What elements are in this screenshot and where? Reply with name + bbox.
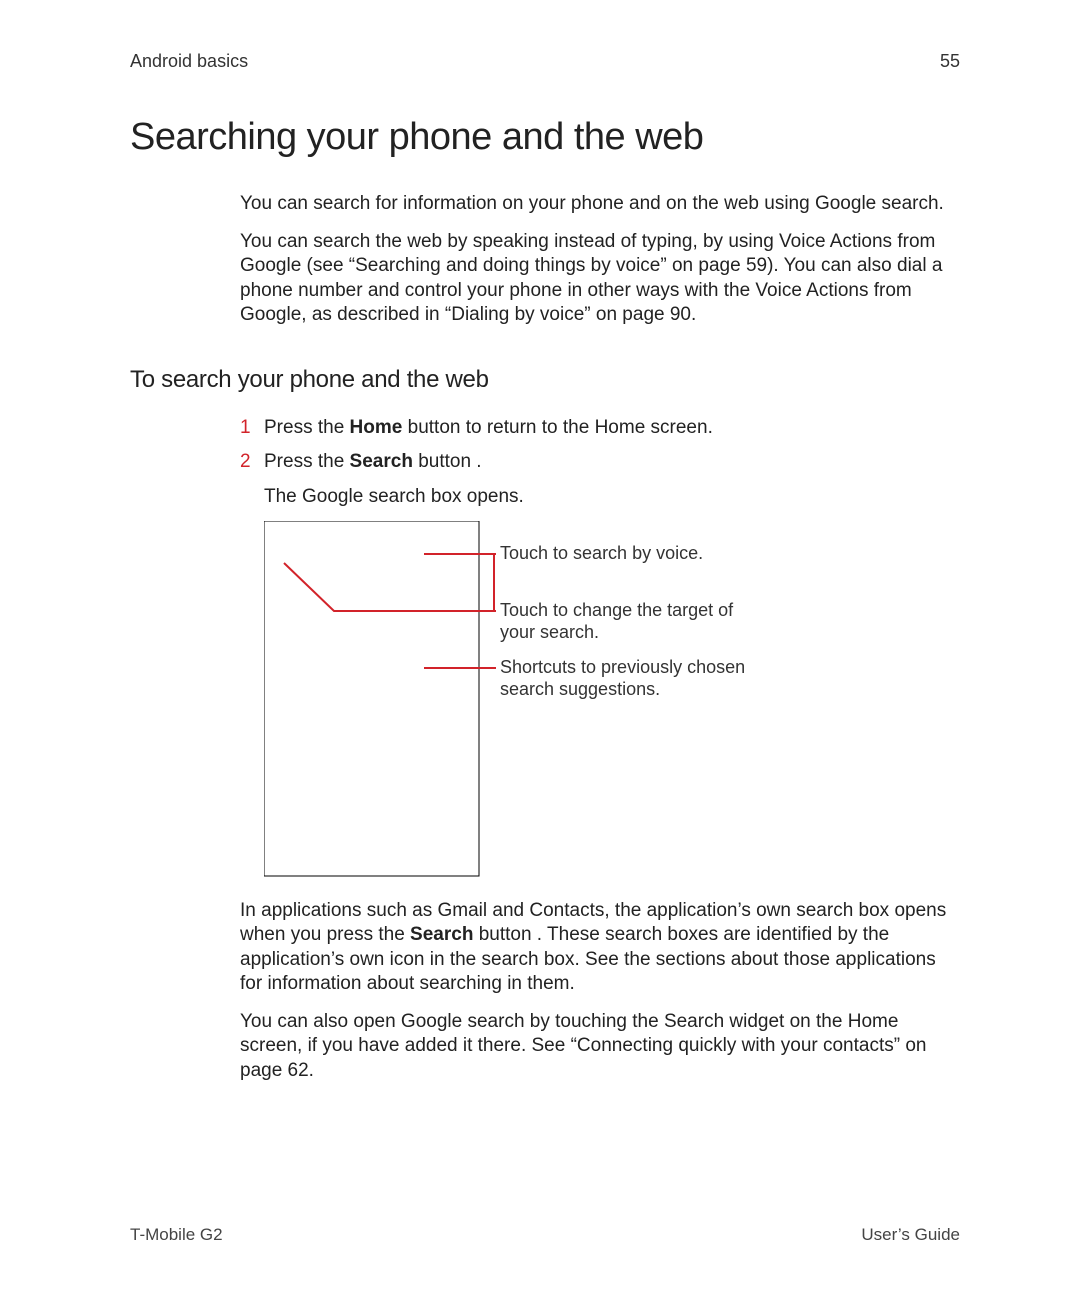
steps-block: 1 Press the Home button to return to the… [240, 416, 960, 1083]
step-1-post: button to return to the Home screen. [402, 417, 713, 438]
section-name: Android basics [130, 50, 248, 73]
page: Android basics 55 Searching your phone a… [0, 0, 1080, 1296]
step-1-bold: Home [350, 417, 403, 438]
step-1-pre: Press the [264, 417, 350, 438]
running-head: Android basics 55 [130, 50, 960, 73]
after-para-2: You can also open Google search by touch… [240, 1010, 960, 1083]
search-diagram: Touch to search by voice. Touch to chang… [264, 521, 960, 881]
page-number: 55 [940, 50, 960, 73]
step-2: 2 Press the Search button . [240, 450, 960, 474]
callout-target-1: Touch to change the target of [500, 600, 734, 620]
step-1: 1 Press the Home button to return to the… [240, 416, 960, 440]
after-para-1: In applications such as Gmail and Contac… [240, 899, 960, 996]
step-1-number: 1 [240, 416, 264, 440]
callout-shortcuts-1: Shortcuts to previously chosen [500, 657, 745, 677]
footer: T-Mobile G2 User’s Guide [130, 1224, 960, 1246]
intro-block: You can search for information on your p… [240, 192, 960, 328]
callout-target-2: your search. [500, 622, 599, 642]
footer-left: T-Mobile G2 [130, 1224, 223, 1246]
intro-para-1: You can search for information on your p… [240, 192, 960, 216]
footer-right: User’s Guide [861, 1224, 960, 1246]
step-2-text: Press the Search button . [264, 450, 960, 474]
subheading: To search your phone and the web [130, 365, 960, 396]
callout-shortcuts-2: search suggestions. [500, 679, 660, 699]
after-p1-bold: Search [410, 924, 473, 945]
callout-voice: Touch to search by voice. [500, 543, 703, 563]
step-2-bold: Search [350, 451, 413, 472]
step-1-text: Press the Home button to return to the H… [264, 416, 960, 440]
intro-para-2: You can search the web by speaking inste… [240, 230, 960, 327]
step-2-pre: Press the [264, 451, 350, 472]
step-2-sub: The Google search box opens. [264, 485, 960, 509]
step-2-number: 2 [240, 450, 264, 474]
page-title: Searching your phone and the web [130, 113, 960, 162]
diagram-svg: Touch to search by voice. Touch to chang… [264, 521, 864, 881]
step-2-post: button . [413, 451, 482, 472]
